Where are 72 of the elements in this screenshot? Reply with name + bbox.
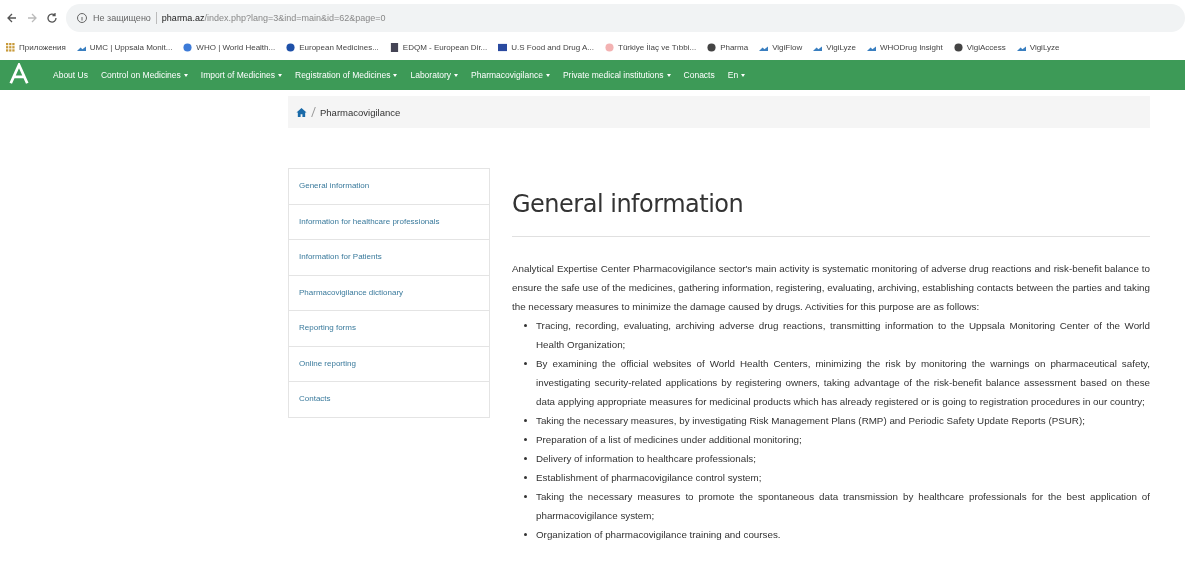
bookmark[interactable]: WHO | World Health...: [183, 42, 276, 52]
list-item: Organization of pharmacovigilance training and courses.: [536, 528, 782, 542]
caret-icon: [454, 73, 459, 77]
intro-paragraph: Analytical Expertise Center Pharmacovigilance sector's main activity is systematic monitoring of adverse drug reactions and risk-benefit balance to ensure the safe use of the medicines, gathering information, registering, evaluating, archiving, establishing contacts between the parties and taking the necessary measures to minimize the damage caused by drugs. Activities for this purpose are as follows:: [512, 262, 1150, 314]
apps-bookmark-icon: [6, 42, 15, 52]
address-bar[interactable]: Не защищено pharma.az/index.php?lang=3&ind=main&id=62&page=0: [66, 4, 1185, 32]
sidebar-link[interactable]: Contacts: [289, 382, 489, 417]
nav-menu-item[interactable]: Private medical institutions: [562, 70, 671, 80]
page-title: General information: [512, 189, 745, 218]
flag-bookmark-icon: [498, 42, 508, 52]
home-icon[interactable]: [296, 106, 307, 118]
sidebar-link[interactable]: Information for healthcare professionals: [289, 204, 489, 240]
list-item: Establishment of pharmacovigilance control system;: [536, 471, 763, 485]
bullet-icon: [524, 438, 527, 441]
nav-menu-item[interactable]: About Us: [53, 70, 88, 80]
url-path: /index.php?lang=3&ind=main&id=62&page=0: [204, 13, 386, 23]
nav-menu-item[interactable]: Control on Medicines: [100, 70, 188, 80]
bookmark[interactable]: U.S Food and Drug A...: [498, 42, 594, 52]
bookmark[interactable]: VigiFlow: [759, 42, 803, 52]
bookmark[interactable]: VigiLyze: [1016, 42, 1060, 52]
reload-icon[interactable]: [46, 12, 58, 24]
bookmark[interactable]: Türkiye İlaç ve Tıbbi...: [605, 42, 697, 52]
caret-icon: [666, 73, 671, 77]
nav-menu-item[interactable]: Conacts: [683, 70, 715, 80]
nav-menu-item[interactable]: En: [727, 70, 746, 80]
list-item: Taking the necessary measures to promote the spontaneous data transmission by healthcare professionals for the best application of pharmacovigilance system;: [536, 490, 1150, 523]
bullet-icon: [524, 419, 527, 422]
bookmark[interactable]: VigiLyze: [813, 42, 857, 52]
list-item: Delivery of information to healthcare professionals;: [536, 452, 757, 466]
list-item: Tracing, recording, evaluating, archiving adverse drug reactions, transmitting information to the Uppsala Monitoring Center of the World Health Organization;: [536, 319, 1150, 352]
bookmark[interactable]: Приложения: [6, 42, 66, 52]
info-icon[interactable]: [76, 12, 88, 24]
sidebar-link[interactable]: Online reporting: [289, 346, 489, 382]
list-item: Preparation of a list of medicines under additional monitoring;: [536, 433, 803, 447]
bookmark[interactable]: Pharma: [707, 42, 749, 52]
bullet-icon: [524, 533, 527, 536]
square-bookmark-icon: [389, 42, 399, 52]
nav-menu-item[interactable]: Laboratory: [410, 70, 459, 80]
breadcrumb-current: Pharmacovigilance: [320, 106, 401, 118]
caret-icon: [545, 73, 550, 77]
caret-icon: [741, 73, 746, 77]
back-icon[interactable]: [6, 12, 18, 24]
bullet-icon: [524, 324, 527, 327]
bullet-icon: [524, 476, 527, 479]
security-label: Не защищено: [93, 13, 151, 23]
seal-bookmark-icon: [605, 42, 614, 52]
nav-menu-item[interactable]: Import of Medicines: [200, 70, 282, 80]
sidebar-link[interactable]: Reporting forms: [289, 311, 489, 347]
url-host: pharma.az: [161, 13, 205, 23]
globe-bookmark-icon: [183, 42, 193, 52]
sidebar-link[interactable]: General information: [289, 169, 489, 205]
sidebar-link[interactable]: Information for Patients: [289, 240, 489, 276]
list-item: Taking the necessary measures, by investigating Risk Management Plans (RMP) and Periodic Safety Update Reports (PSUR);: [536, 414, 1086, 428]
dot-bookmark-icon: [286, 42, 296, 52]
caret-icon: [278, 73, 282, 77]
world-bookmark-icon: [707, 42, 717, 52]
sidebar-link[interactable]: Pharmacovigilance dictionary: [289, 275, 489, 311]
bookmark[interactable]: EDQM - European Dir...: [389, 42, 488, 52]
list-item: By examining the official websites of World Health Centers, minimizing the risk by monitoring the warnings on pharmaceutical safety, investigating security-related applications by registering owners, taking advantage of the risk-benefit balance assessment based on these data applying appropriate measures for medicinal products which has already registered or is going to registration procedures in our country;: [536, 357, 1150, 409]
bullet-icon: [524, 457, 527, 460]
nav-menu-item[interactable]: Pharmacovigilance: [471, 70, 550, 80]
caret-icon: [183, 73, 188, 77]
nav-menu-item[interactable]: Registration of Medicines: [295, 70, 398, 80]
bullet-icon: [524, 495, 527, 498]
logo-icon[interactable]: [8, 63, 30, 87]
bullet-icon: [524, 362, 527, 365]
bookmark[interactable]: European Medicines...: [286, 42, 379, 52]
bookmark[interactable]: UMC | Uppsala Monit...: [76, 42, 173, 52]
bookmark[interactable]: WHODrug Insight: [867, 42, 943, 52]
bookmark[interactable]: VigiAccess: [953, 42, 1006, 52]
world-bookmark-icon: [953, 42, 963, 52]
caret-icon: [393, 73, 398, 77]
